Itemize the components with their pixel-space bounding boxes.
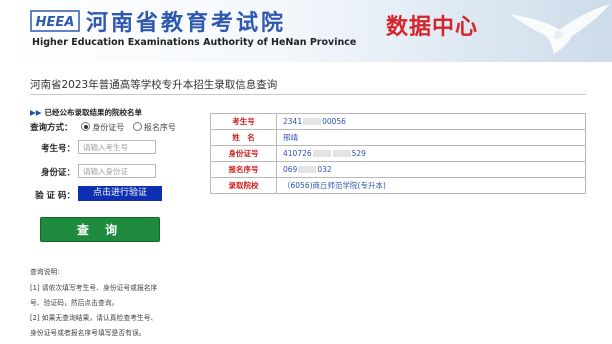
row-value: 069 032 (276, 161, 586, 178)
query-mode-row: 查询方式： 身份证号 报名序号 (30, 121, 176, 133)
value-text: 410726 (283, 149, 312, 158)
row-key: 身份证号 (210, 145, 277, 162)
row-value: 410726 529 (276, 145, 586, 162)
logo-text: HEEA (36, 15, 75, 30)
page-title: 河南省2023年普通高等学校专升本招生录取信息查询 (30, 79, 278, 91)
query-button[interactable]: 查 询 (40, 217, 160, 242)
heea-logo-icon: HEEA (30, 10, 80, 32)
redaction-mask (312, 150, 331, 157)
note-line: 身份证号或者报名序号填写是否有误。 (30, 329, 146, 337)
query-mode-label: 查询方式： (30, 123, 73, 133)
row-key: 报名序号 (210, 161, 277, 178)
exam-no-input[interactable] (78, 140, 156, 154)
value-text: 069 (283, 165, 298, 174)
value-text: 邢靖 (283, 133, 298, 142)
table-row: 身份证号 410726 529 (210, 145, 586, 162)
id-card-input[interactable] (78, 164, 156, 178)
notes-heading: 查询说明: (30, 268, 60, 276)
site-header: HEEA 河南省教育考试院 Higher Education Examinati… (0, 0, 612, 62)
eagle-icon (510, 4, 610, 54)
site-title-cn: 河南省教育考试院 (86, 11, 287, 36)
row-value: 2341 00056 (276, 113, 586, 130)
site-title-en: Higher Education Examinations Authority … (32, 37, 357, 48)
data-center-title: 数据中心 (386, 15, 479, 40)
value-text: 032 (317, 165, 332, 174)
id-card-label: 身份证： (40, 168, 75, 178)
redaction-mask (303, 118, 322, 125)
table-row: 姓 名 邢靖 (210, 129, 586, 146)
row-value: （6056)商丘师范学院(专升本) (276, 177, 586, 194)
redaction-mask (332, 150, 351, 157)
row-key: 考生号 (210, 113, 277, 130)
table-row: 报名序号 069 032 (210, 161, 586, 178)
double-arrow-icon: ▶▶ (30, 108, 42, 117)
table-row: 录取院校 （6056)商丘师范学院(专升本) (210, 177, 586, 194)
exam-no-label: 考生号： (40, 144, 75, 154)
value-text: 00056 (322, 117, 346, 126)
result-table: 考生号 2341 00056 姓 名 邢靖 身份证号 410726 529 报名序号… (210, 113, 586, 194)
school-list-link-label: 已经公布录取结果的院校名单 (44, 108, 143, 117)
verify-button[interactable]: 点击进行验证 (78, 186, 162, 201)
note-line: [1] 请依次填写考生号、身份证号或报名序 (30, 284, 158, 292)
redaction-mask (298, 166, 317, 173)
captcha-label: 验 证 码： (35, 191, 75, 201)
mode-option-reg-no[interactable]: 报名序号 (144, 123, 176, 132)
note-line: [2] 如果无查询结果，请认真检查考生号、 (30, 314, 158, 322)
title-divider (30, 94, 586, 95)
note-line: 号、验证码，然后点击查询。 (30, 299, 119, 307)
table-row: 考生号 2341 00056 (210, 113, 586, 130)
value-text: 2341 (283, 117, 303, 126)
value-text: 529 (351, 149, 366, 158)
mode-option-id-card[interactable]: 身份证号 (92, 123, 124, 132)
school-list-link[interactable]: ▶▶ 已经公布录取结果的院校名单 (30, 107, 142, 118)
row-key: 姓 名 (210, 129, 277, 146)
row-value: 邢靖 (276, 129, 586, 146)
radio-icon-id-card[interactable] (81, 122, 91, 131)
radio-icon-reg-no[interactable] (132, 122, 142, 131)
row-key: 录取院校 (210, 177, 277, 194)
